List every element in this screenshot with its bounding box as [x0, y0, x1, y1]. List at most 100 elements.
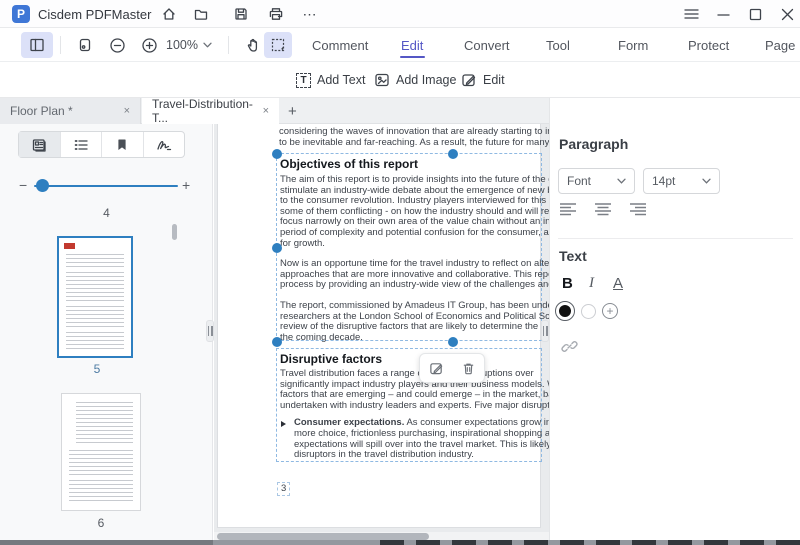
link-button[interactable] [561, 338, 578, 355]
fit-page-icon [77, 37, 93, 53]
save-button[interactable] [230, 4, 252, 24]
signature-view-button[interactable] [144, 132, 185, 157]
new-tab-button[interactable]: + [288, 98, 297, 124]
sidebar-scrollbar[interactable] [172, 224, 177, 240]
bookmark-icon [115, 137, 129, 152]
bold-button[interactable]: B [562, 275, 573, 292]
add-image-icon [374, 72, 390, 88]
font-family-select[interactable]: Font [558, 168, 635, 194]
page-thumbnail-5[interactable] [57, 236, 133, 358]
home-button[interactable] [158, 4, 180, 24]
slider-plus-button[interactable]: + [182, 177, 190, 193]
doc-heading: Objectives of this report [280, 157, 419, 171]
select-tool-button[interactable] [264, 32, 292, 58]
doc-paragraph: The report, commissioned by Amadeus IT G… [280, 299, 549, 343]
doc-paragraph: Travel distribution faces a range of pot… [280, 368, 549, 411]
thumbnails-view-button[interactable] [19, 132, 61, 157]
doc-paragraph: The aim of this report is to provide ins… [280, 174, 549, 249]
left-panel-splitter-handle[interactable] [206, 320, 214, 342]
fit-page-button[interactable] [72, 32, 98, 58]
underline-button[interactable]: A [613, 275, 623, 292]
thumbnail-page-label: 5 [93, 362, 101, 376]
section-divider [558, 238, 793, 239]
tab-page[interactable]: Page [765, 28, 795, 62]
marquee-select-icon [270, 37, 286, 53]
zoom-out-button[interactable] [104, 32, 130, 58]
slider-minus-button[interactable]: − [19, 177, 27, 193]
bullet-arrow-icon [281, 421, 286, 428]
italic-button[interactable]: I [589, 275, 594, 292]
add-color-button[interactable]: + [602, 303, 618, 319]
zoom-level-value: 100% [166, 38, 198, 52]
delete-button[interactable] [461, 361, 476, 376]
chevron-down-icon [702, 178, 711, 184]
pdf-page[interactable]: considering the waves of innovation that… [217, 124, 549, 528]
thumbnail-zoom-slider: − + [0, 176, 213, 196]
maximize-button[interactable] [744, 4, 766, 24]
tab-form[interactable]: Form [618, 28, 648, 62]
align-left-button[interactable] [558, 200, 578, 218]
zoom-in-button[interactable] [136, 32, 162, 58]
close-button[interactable] [776, 4, 798, 24]
tab-close-icon[interactable]: × [263, 105, 269, 117]
doc-tab-floor-plan[interactable]: Floor Plan * × [0, 98, 141, 124]
selection-handle[interactable] [272, 243, 282, 253]
slider-track[interactable] [34, 185, 178, 187]
align-left-icon [559, 202, 577, 217]
horizontal-scrollbar-thumb[interactable] [217, 533, 429, 540]
sidebar-toggle-button[interactable] [21, 32, 53, 58]
selection-handle[interactable] [448, 149, 458, 159]
selection-handle[interactable] [272, 149, 282, 159]
font-size-select[interactable]: 14pt [643, 168, 720, 194]
align-center-button[interactable] [593, 200, 613, 218]
add-image-button[interactable]: Add Image [374, 69, 456, 91]
hand-tool-button[interactable] [240, 32, 266, 58]
minimize-button[interactable] [712, 4, 734, 24]
edit-pencil-icon [461, 72, 477, 88]
selected-text-block[interactable]: Objectives of this report The aim of thi… [272, 149, 549, 347]
print-button[interactable] [265, 4, 287, 24]
text-color-swatch-black[interactable] [555, 301, 575, 321]
tab-convert[interactable]: Convert [464, 28, 510, 62]
right-panel-splitter-handle[interactable] [541, 320, 549, 342]
align-right-button[interactable] [628, 200, 648, 218]
slider-thumb[interactable] [36, 179, 49, 192]
maximize-icon [749, 8, 762, 21]
bottom-strip-text-fragments [380, 540, 800, 545]
tab-tool[interactable]: Tool [546, 28, 570, 62]
selection-handle[interactable] [272, 337, 282, 347]
pdf-page-number: 3 [277, 482, 291, 496]
edit-ribbon: T Add Text Add Image Edit [0, 62, 800, 98]
outline-view-button[interactable] [61, 132, 102, 157]
zoom-level-dropdown[interactable]: 100% [166, 32, 212, 58]
edit-mode-button[interactable]: Edit [461, 69, 505, 91]
tab-protect[interactable]: Protect [688, 28, 729, 62]
open-button[interactable] [190, 4, 212, 24]
zoom-in-icon [141, 37, 158, 54]
add-text-icon: T [296, 72, 311, 88]
hand-icon [245, 37, 261, 53]
sidebar-panel-icon [29, 37, 45, 53]
tab-close-icon[interactable]: × [124, 105, 130, 117]
toolbar: 100% Comment Edit Convert Tool Form Prot… [0, 28, 800, 62]
folder-icon [193, 6, 209, 22]
app-logo: P [12, 5, 30, 23]
doc-tab-travel-distribution[interactable]: Travel-Distribution-T... × [142, 97, 279, 125]
more-button[interactable]: ⋯ [299, 4, 321, 24]
text-color-swatch-white[interactable] [581, 304, 596, 319]
tab-comment[interactable]: Comment [312, 28, 368, 62]
add-text-button[interactable]: T Add Text [296, 69, 365, 91]
text-block[interactable]: Disruptive factors Travel distribution f… [276, 348, 549, 462]
format-panel: Paragraph Font 14pt Text B I A + [549, 98, 800, 540]
background-window-strip [0, 540, 800, 545]
page-thumbnail-6[interactable] [61, 393, 141, 511]
print-icon [268, 6, 284, 22]
document-tabbar: Floor Plan * × Travel-Distribution-T... … [0, 97, 549, 125]
selection-handle[interactable] [448, 337, 458, 347]
edit-text-button[interactable] [429, 361, 444, 376]
bookmark-view-button[interactable] [102, 132, 144, 157]
thumbnails-icon [31, 137, 47, 153]
more-icon: ⋯ [302, 5, 318, 22]
menu-button[interactable] [680, 4, 702, 24]
save-icon [233, 6, 249, 22]
